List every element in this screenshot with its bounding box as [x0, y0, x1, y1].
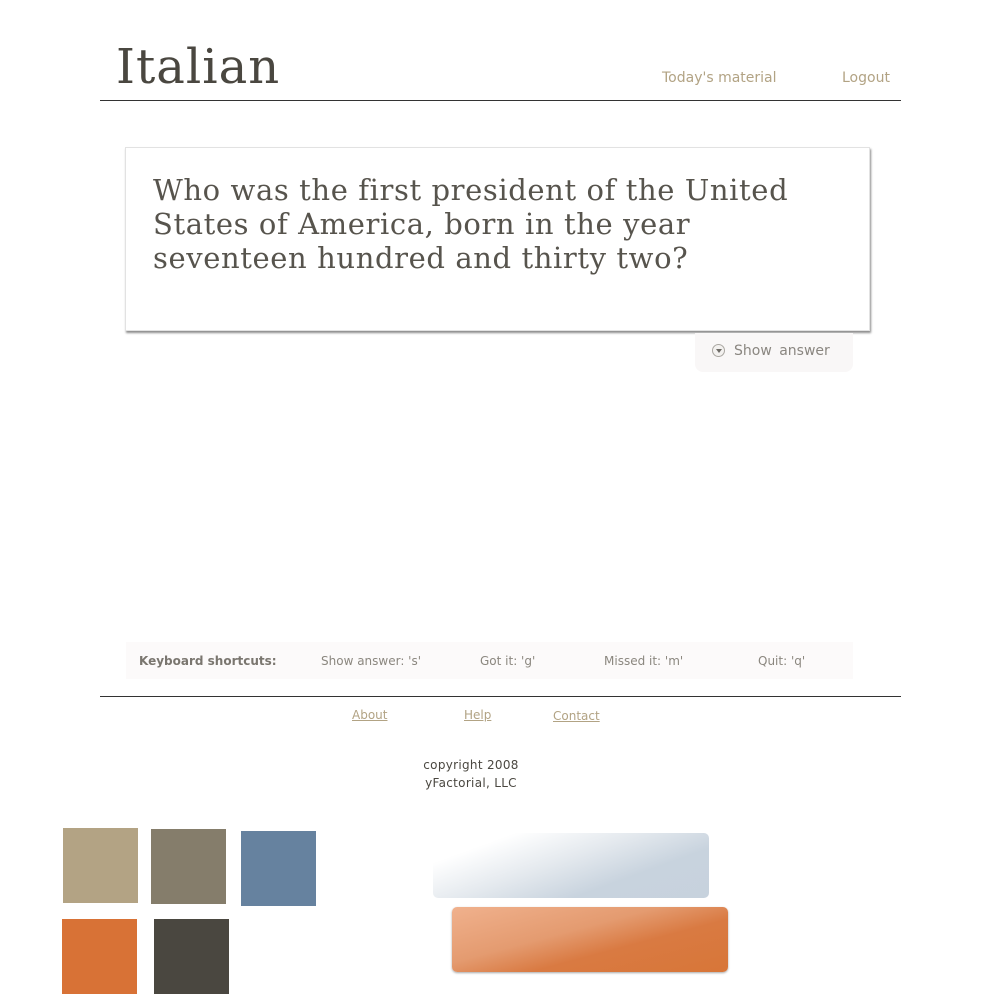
swatch-slate-blue: [241, 831, 316, 906]
footer-help-link[interactable]: Help: [464, 707, 491, 723]
swatch-taupe: [151, 829, 226, 904]
page-title: Italian: [116, 39, 281, 95]
nav-todays-material-link[interactable]: Today's material: [662, 69, 777, 87]
shortcut-missed-it: Missed it: 'm': [604, 654, 684, 668]
show-answer-button[interactable]: Show answer: [695, 333, 853, 372]
swatch-tan: [63, 828, 138, 903]
question-card: Who was the first president of the Unite…: [125, 147, 870, 331]
shortcut-got-it: Got it: 'g': [480, 654, 536, 668]
gradient-bar-blue: [433, 833, 709, 898]
swatch-orange: [62, 919, 137, 994]
chevron-down-circle-icon: [712, 344, 725, 357]
copyright-notice: copyright 2008 yFactorial, LLC: [371, 756, 571, 792]
gradient-bar-orange: [452, 907, 728, 972]
show-answer-label: Show answer: [734, 343, 830, 359]
footer-contact-link[interactable]: Contact: [553, 708, 600, 724]
footer-about-link[interactable]: About: [352, 707, 387, 723]
question-text: Who was the first president of the Unite…: [153, 173, 789, 275]
header-divider: [100, 100, 901, 101]
nav-logout-link[interactable]: Logout: [842, 69, 890, 87]
swatch-charcoal: [154, 919, 229, 994]
keyboard-shortcuts-heading: Keyboard shortcuts:: [139, 654, 277, 668]
footer-divider: [100, 696, 901, 697]
copyright-company: yFactorial, LLC: [425, 776, 517, 790]
copyright-year: copyright 2008: [423, 758, 519, 772]
shortcut-show-answer: Show answer: 's': [321, 654, 422, 668]
keyboard-shortcuts-bar: Keyboard shortcuts: Show answer: 's' Got…: [126, 642, 853, 679]
shortcut-quit: Quit: 'q': [758, 654, 806, 668]
